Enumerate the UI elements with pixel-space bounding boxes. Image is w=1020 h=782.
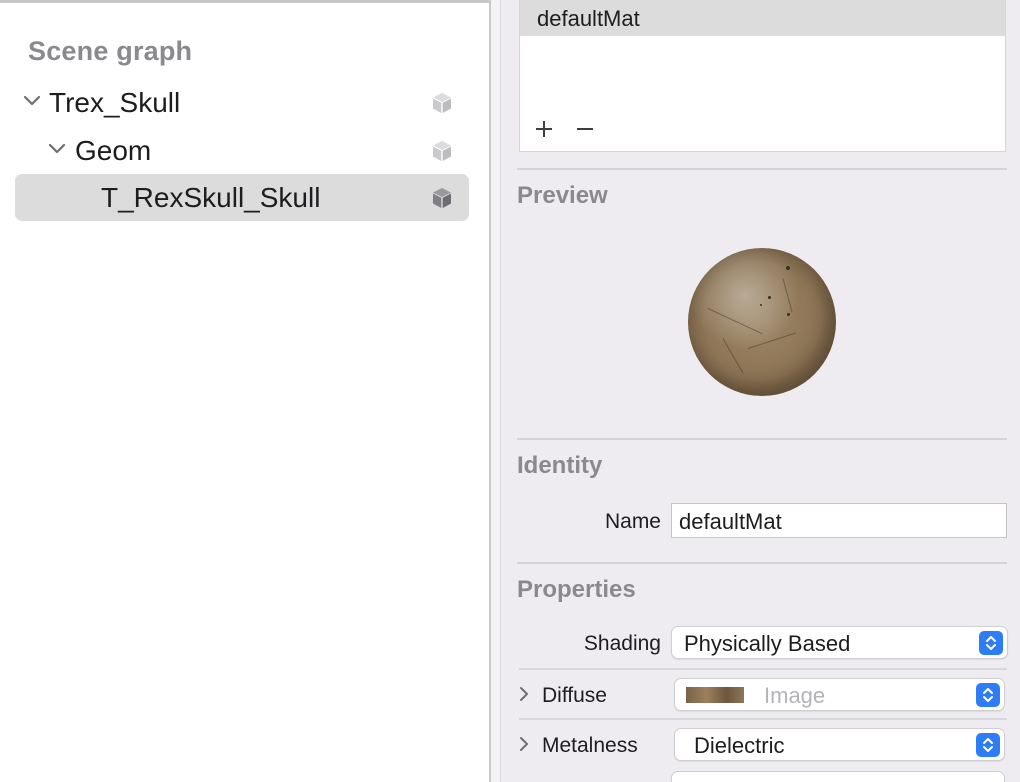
section-divider (517, 562, 1007, 564)
identity-section-title: Identity (517, 452, 603, 479)
material-list-item[interactable]: defaultMat (520, 0, 1005, 36)
tree-node-label: Geom (75, 135, 152, 166)
scene-graph-panel: Scene graph Trex_Skull Geom T_RexSkull_S… (0, 0, 489, 782)
cube-icon (433, 188, 451, 208)
section-divider (517, 168, 1007, 170)
diffuse-texture-thumbnail (686, 687, 744, 703)
section-divider (517, 438, 1007, 440)
tree-node-geom[interactable]: Geom (15, 127, 469, 174)
chevron-down-icon[interactable] (47, 139, 67, 159)
tree-node-label: Trex_Skull (49, 87, 181, 118)
shading-popup-value: Physically Based (684, 631, 851, 656)
preview-section-title: Preview (517, 182, 608, 209)
minus-icon (577, 128, 593, 130)
cube-icon (433, 93, 451, 113)
row-divider (519, 718, 1007, 720)
metalness-popup[interactable]: Dielectric (674, 728, 1005, 761)
name-label: Name (604, 510, 661, 533)
scene-graph-title: Scene graph (28, 36, 193, 66)
add-material-button[interactable] (531, 116, 557, 142)
diffuse-popup[interactable]: Image (674, 678, 1005, 711)
cube-icon (433, 141, 451, 161)
properties-section-title: Properties (517, 576, 636, 603)
material-preview-sphere (688, 248, 836, 396)
chevron-down-icon[interactable] (22, 91, 42, 111)
tree-node-trex-skull[interactable]: Trex_Skull (15, 79, 469, 126)
diffuse-label: Diffuse (542, 684, 607, 707)
remove-material-button[interactable] (572, 116, 598, 142)
up-down-arrows-icon (976, 733, 1000, 757)
material-list: defaultMat (519, 0, 1006, 152)
plus-icon (536, 121, 552, 137)
material-list-item-label: defaultMat (537, 6, 640, 31)
up-down-arrows-icon (976, 683, 1000, 707)
material-inspector: defaultMat Preview Identity Name default… (501, 0, 1020, 782)
tree-node-label: T_RexSkull_Skull (101, 182, 321, 213)
shading-popup[interactable]: Physically Based (671, 626, 1008, 659)
shading-label: Shading (583, 632, 661, 655)
chevron-right-icon[interactable] (517, 735, 531, 753)
next-property-control[interactable] (671, 771, 1005, 782)
row-divider (519, 668, 1007, 670)
metalness-popup-value: Dielectric (694, 733, 785, 758)
diffuse-popup-value: Image (764, 683, 826, 708)
split-view-divider[interactable] (489, 0, 501, 782)
metalness-label: Metalness (542, 734, 638, 757)
chevron-right-icon[interactable] (517, 685, 531, 703)
tree-node-t-rexskull-skull[interactable]: T_RexSkull_Skull (15, 174, 469, 221)
up-down-arrows-icon (979, 631, 1003, 655)
material-name-field[interactable]: defaultMat (671, 503, 1007, 538)
